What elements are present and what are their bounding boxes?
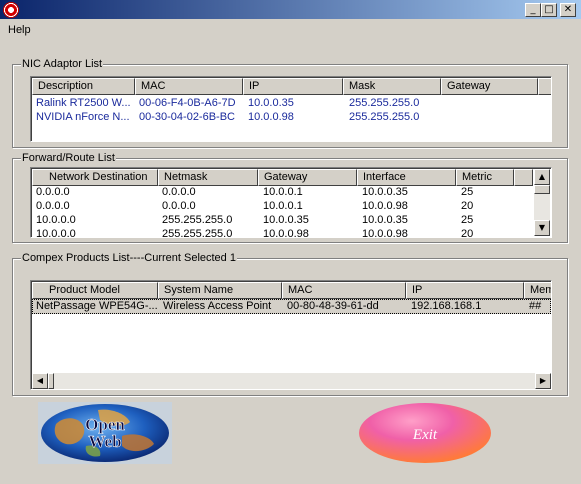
table-row[interactable]: 0.0.0.0 0.0.0.0 10.0.0.1 10.0.0.35 25 — [31, 185, 533, 199]
minimize-button[interactable]: _ — [525, 3, 541, 17]
route-cell-metric: 20 — [461, 228, 474, 238]
products-cell-system-name: Wireless Access Point — [163, 300, 272, 312]
table-row[interactable]: 0.0.0.0 0.0.0.0 10.0.0.1 10.0.0.98 20 — [31, 199, 533, 213]
route-cell-gateway: 10.0.0.35 — [263, 214, 309, 226]
route-col-destination[interactable]: Network Destination — [32, 169, 158, 186]
exit-oval-icon: Exit — [359, 403, 491, 463]
nic-cell-description: NVIDIA nForce N... — [36, 111, 130, 123]
nic-col-gateway[interactable]: Gateway — [441, 78, 538, 95]
products-list[interactable]: Product Model System Name MAC IP Mem Net… — [30, 280, 552, 390]
scroll-thumb[interactable] — [48, 373, 54, 389]
scroll-down-icon[interactable]: ▼ — [534, 220, 550, 236]
products-col-ip[interactable]: IP — [406, 282, 524, 299]
nic-cell-mac: 00-30-04-02-6B-BC — [139, 111, 235, 123]
products-cell-mac: 00-80-48-39-61-dd — [287, 300, 379, 312]
exit-label: Exit — [412, 427, 438, 443]
route-col-filler — [514, 169, 533, 186]
nic-cell-ip: 10.0.0.35 — [248, 97, 294, 109]
nic-col-ip[interactable]: IP — [243, 78, 343, 95]
close-button[interactable]: ✕ — [560, 3, 576, 17]
nic-adaptor-group-label: NIC Adaptor List — [21, 58, 104, 71]
nic-col-mask[interactable]: Mask — [343, 78, 441, 95]
route-cell-netmask: 255.255.255.0 — [162, 228, 233, 238]
nic-cell-ip: 10.0.0.98 — [248, 111, 294, 123]
route-vertical-scrollbar[interactable]: ▲ ▼ — [534, 169, 550, 236]
scroll-up-icon[interactable]: ▲ — [534, 169, 550, 185]
route-cell-interface: 10.0.0.35 — [362, 214, 408, 226]
products-col-mem[interactable]: Mem — [524, 282, 551, 299]
nic-col-filler — [538, 78, 551, 95]
products-col-system-name[interactable]: System Name — [158, 282, 282, 299]
route-cell-gateway: 10.0.0.1 — [263, 186, 303, 198]
products-cell-ip: 192.168.168.1 — [411, 300, 482, 312]
globe-icon: Open Web — [41, 404, 169, 462]
route-cell-destination: 10.0.0.0 — [36, 228, 76, 238]
route-cell-interface: 10.0.0.98 — [362, 200, 408, 212]
title-bar[interactable]: _ □ ✕ — [0, 0, 581, 19]
route-cell-interface: 10.0.0.98 — [362, 228, 408, 238]
route-cell-metric: 25 — [461, 214, 474, 226]
scroll-left-icon[interactable]: ◀ — [32, 373, 48, 389]
route-group-label: Forward/Route List — [21, 152, 116, 165]
nic-col-description[interactable]: Description — [32, 78, 135, 95]
menu-bar: Help — [0, 20, 581, 40]
app-window: _ □ ✕ Help NIC Adaptor List Description … — [0, 0, 581, 484]
products-col-mac[interactable]: MAC — [282, 282, 406, 299]
route-col-gateway[interactable]: Gateway — [258, 169, 357, 186]
maximize-button[interactable]: □ — [541, 3, 557, 17]
table-row[interactable]: NetPassage WPE54G-... Wireless Access Po… — [31, 299, 551, 313]
open-web-button[interactable]: Open Web — [38, 402, 172, 464]
route-cell-gateway: 10.0.0.1 — [263, 200, 303, 212]
nic-cell-mac: 00-06-F4-0B-A6-7D — [139, 97, 236, 109]
nic-cell-mask: 255.255.255.0 — [349, 97, 420, 109]
nic-cell-mask: 255.255.255.0 — [349, 111, 420, 123]
route-cell-interface: 10.0.0.35 — [362, 186, 408, 198]
route-list[interactable]: Network Destination Netmask Gateway Inte… — [30, 167, 552, 238]
route-cell-netmask: 255.255.255.0 — [162, 214, 233, 226]
products-horizontal-scrollbar[interactable]: ◀ ▶ — [32, 373, 551, 389]
route-cell-netmask: 0.0.0.0 — [162, 186, 196, 198]
table-row[interactable]: NVIDIA nForce N... 00-30-04-02-6B-BC 10.… — [31, 110, 551, 124]
products-cell-model: NetPassage WPE54G-... — [36, 300, 158, 312]
products-cell-mem: ## — [529, 300, 542, 312]
table-row[interactable]: 10.0.0.0 255.255.255.0 10.0.0.35 10.0.0.… — [31, 213, 533, 227]
table-row[interactable]: Ralink RT2500 W... 00-06-F4-0B-A6-7D 10.… — [31, 96, 551, 110]
app-gear-icon[interactable] — [3, 2, 19, 18]
products-col-model[interactable]: Product Model — [32, 282, 158, 299]
nic-adaptor-list[interactable]: Description MAC IP Mask Gateway Ralink R… — [30, 76, 552, 142]
route-col-metric[interactable]: Metric — [456, 169, 514, 186]
open-web-line2: Web — [88, 432, 121, 451]
scroll-right-icon[interactable]: ▶ — [535, 373, 551, 389]
table-row[interactable]: 10.0.0.0 255.255.255.0 10.0.0.98 10.0.0.… — [31, 227, 533, 238]
route-cell-netmask: 0.0.0.0 — [162, 200, 196, 212]
route-cell-metric: 20 — [461, 200, 474, 212]
route-cell-destination: 10.0.0.0 — [36, 214, 76, 226]
products-group-label: Compex Products List----Current Selected… — [21, 252, 237, 265]
route-cell-metric: 25 — [461, 186, 474, 198]
menu-help[interactable]: Help — [8, 24, 31, 36]
exit-button[interactable]: Exit — [358, 402, 492, 465]
route-col-netmask[interactable]: Netmask — [158, 169, 258, 186]
nic-col-mac[interactable]: MAC — [135, 78, 243, 95]
route-col-interface[interactable]: Interface — [357, 169, 456, 186]
route-cell-destination: 0.0.0.0 — [36, 200, 70, 212]
route-cell-gateway: 10.0.0.98 — [263, 228, 309, 238]
nic-cell-description: Ralink RT2500 W... — [36, 97, 131, 109]
route-cell-destination: 0.0.0.0 — [36, 186, 70, 198]
scroll-thumb[interactable] — [534, 185, 550, 194]
